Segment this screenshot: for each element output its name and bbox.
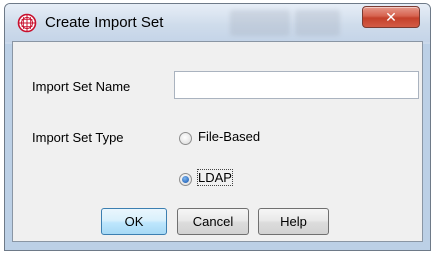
cancel-button[interactable]: Cancel [177, 208, 249, 235]
import-set-type-label: Import Set Type [32, 130, 124, 145]
title-bar[interactable]: Create Import Set ✕ [5, 4, 430, 42]
ldap-radio[interactable] [179, 173, 192, 186]
import-set-name-input[interactable] [174, 71, 419, 99]
background-blur [230, 10, 290, 36]
help-button[interactable]: Help [258, 208, 329, 235]
ok-button[interactable]: OK [101, 208, 167, 235]
close-icon: ✕ [385, 8, 397, 25]
close-button[interactable]: ✕ [362, 6, 420, 28]
ldap-radio-label[interactable]: LDAP [197, 169, 233, 186]
background-blur [295, 10, 340, 36]
file-based-radio-label[interactable]: File-Based [198, 129, 260, 144]
dialog-content: Import Set Name Import Set Type File-Bas… [12, 41, 423, 242]
window-title: Create Import Set [45, 14, 164, 31]
file-based-radio[interactable] [179, 132, 192, 145]
globe-grid-icon [17, 13, 37, 33]
import-set-name-label: Import Set Name [32, 79, 131, 94]
dialog-window: Create Import Set ✕ Import Set Name Impo… [4, 3, 431, 251]
